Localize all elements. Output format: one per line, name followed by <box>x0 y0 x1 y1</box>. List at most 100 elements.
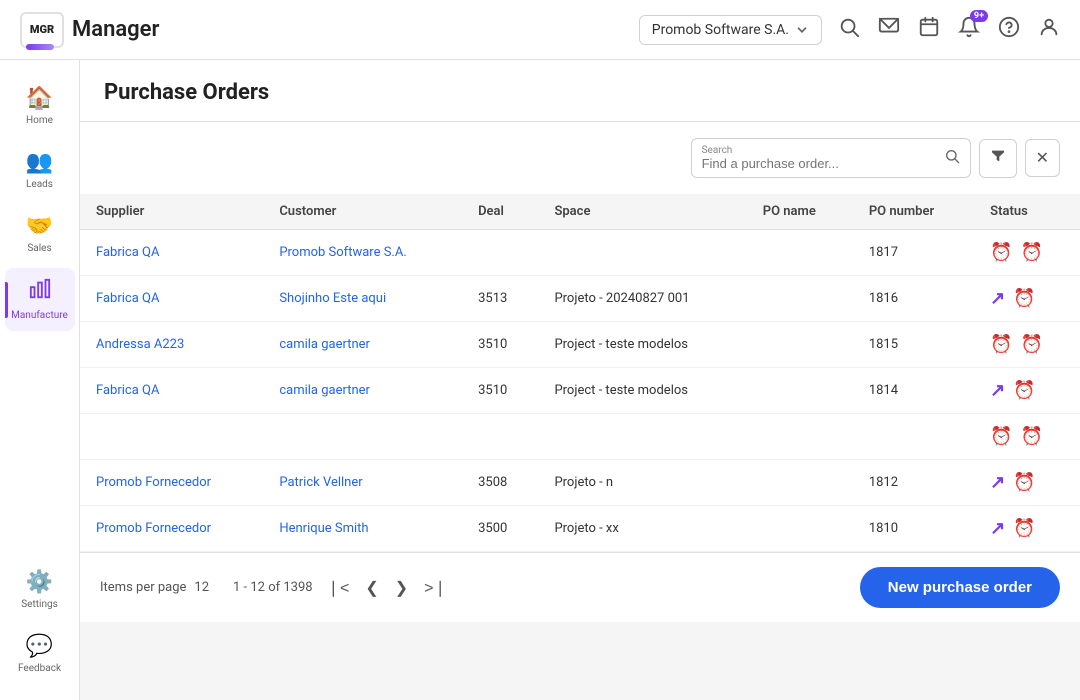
clock-icon: ⏰ <box>1013 472 1035 493</box>
leads-icon: 👥 <box>26 150 53 175</box>
cell-po-name <box>747 276 853 322</box>
settings-icon: ⚙️ <box>26 570 53 595</box>
user-button[interactable] <box>1038 16 1060 43</box>
cell-po-number: 1814 <box>853 368 974 414</box>
clock-icon: ⏰ <box>990 334 1012 355</box>
filter-button[interactable] <box>979 139 1017 178</box>
cell-customer[interactable]: camila gaertner <box>263 368 462 414</box>
search-icon[interactable] <box>944 148 960 168</box>
sidebar-item-home[interactable]: 🏠 Home <box>5 76 75 136</box>
cell-customer[interactable]: Shojinho Este aqui <box>263 276 462 322</box>
table-row: Fabrica QA Shojinho Este aqui 3513 Proje… <box>80 276 1080 322</box>
cell-status: ⏰⏰ <box>974 414 1080 460</box>
sidebar-item-settings[interactable]: ⚙️ Settings <box>5 560 75 620</box>
arrow-icon: ↗ <box>990 518 1005 539</box>
help-button[interactable] <box>998 16 1020 43</box>
last-page-button[interactable]: >❘ <box>418 574 453 602</box>
sales-icon: 🤝 <box>26 214 53 239</box>
cell-deal: 3513 <box>462 276 538 322</box>
search-input-wrap: Search <box>702 145 938 171</box>
sidebar: 🏠 Home 👥 Leads 🤝 Sales Manufacture ⚙️ Se… <box>0 60 80 700</box>
app-title: Manager <box>72 17 159 42</box>
calendar-button[interactable] <box>918 16 940 43</box>
cell-space <box>538 414 746 460</box>
table-header: Supplier Customer Deal Space PO name PO … <box>80 194 1080 230</box>
table-row: Promob Fornecedor Patrick Vellner 3508 P… <box>80 460 1080 506</box>
sidebar-item-feedback[interactable]: 💬 Feedback <box>5 624 75 684</box>
first-page-button[interactable]: ❘< <box>321 574 356 602</box>
company-selector[interactable]: Promob Software S.A. <box>639 15 822 45</box>
sidebar-label-settings: Settings <box>21 599 58 610</box>
clock-icon: ⏰ <box>1021 334 1043 355</box>
clock-icon: ⏰ <box>1013 288 1035 309</box>
cell-deal: 3508 <box>462 460 538 506</box>
cell-customer <box>263 414 462 460</box>
cell-po-number: 1812 <box>853 460 974 506</box>
clock-icon: ⏰ <box>1021 242 1043 263</box>
cell-supplier[interactable]: Fabrica QA <box>80 368 263 414</box>
cell-po-number: 1817 <box>853 230 974 276</box>
cell-supplier[interactable]: Fabrica QA <box>80 276 263 322</box>
cell-po-number: 1810 <box>853 506 974 552</box>
messages-button[interactable] <box>878 16 900 43</box>
cell-po-name <box>747 322 853 368</box>
cell-po-number <box>853 414 974 460</box>
clock-purple-icon: ⏰ <box>1013 518 1035 539</box>
col-customer: Customer <box>263 194 462 230</box>
table-body: Fabrica QA Promob Software S.A. 1817 ⏰⏰ … <box>80 230 1080 552</box>
cell-status: ↗⏰ <box>974 460 1080 506</box>
sidebar-item-leads[interactable]: 👥 Leads <box>5 140 75 200</box>
cell-deal: 3500 <box>462 506 538 552</box>
new-purchase-order-button[interactable]: New purchase order <box>860 567 1060 608</box>
next-page-button[interactable]: ❯ <box>389 574 414 602</box>
cell-supplier[interactable]: Promob Fornecedor <box>80 460 263 506</box>
cell-deal <box>462 414 538 460</box>
search-button[interactable] <box>838 16 860 43</box>
cell-customer[interactable]: Promob Software S.A. <box>263 230 462 276</box>
cell-space: Project - teste modelos <box>538 322 746 368</box>
cell-customer[interactable]: Henrique Smith <box>263 506 462 552</box>
manufacture-icon <box>29 278 51 306</box>
cell-customer[interactable]: camila gaertner <box>263 322 462 368</box>
home-icon: 🏠 <box>26 86 53 111</box>
search-input[interactable] <box>702 156 938 171</box>
logo-text: MGR <box>30 23 54 36</box>
table-row: ⏰⏰ <box>80 414 1080 460</box>
arrow-icon: ↗ <box>990 472 1005 493</box>
notification-badge: 9+ <box>970 10 988 22</box>
logo-area: MGR Manager <box>20 12 159 48</box>
feedback-icon: 💬 <box>26 634 53 659</box>
cell-supplier[interactable]: Promob Fornecedor <box>80 506 263 552</box>
sidebar-item-sales[interactable]: 🤝 Sales <box>5 204 75 264</box>
col-space: Space <box>538 194 746 230</box>
table-container: Search ✕ Supplier Customer <box>80 122 1080 622</box>
cell-supplier[interactable]: Andressa A223 <box>80 322 263 368</box>
cell-po-number: 1815 <box>853 322 974 368</box>
col-status: Status <box>974 194 1080 230</box>
cell-supplier[interactable]: Fabrica QA <box>80 230 263 276</box>
cell-status: ⏰⏰ <box>974 230 1080 276</box>
clear-filter-button[interactable]: ✕ <box>1025 139 1060 177</box>
table-row: Andressa A223 camila gaertner 3510 Proje… <box>80 322 1080 368</box>
prev-page-button[interactable]: ❮ <box>359 574 384 602</box>
main-layout: 🏠 Home 👥 Leads 🤝 Sales Manufacture ⚙️ Se… <box>0 60 1080 700</box>
clock-icon: ⏰ <box>1021 426 1043 447</box>
sidebar-item-manufacture[interactable]: Manufacture <box>5 268 75 331</box>
cell-po-number: 1816 <box>853 276 974 322</box>
pagination-info: Items per page 12 1 - 12 of 1398 ❘< ❮ ❯ … <box>100 574 453 602</box>
chevron-down-icon <box>795 23 809 37</box>
content-area: Purchase Orders Search ✕ <box>80 60 1080 700</box>
cell-status: ↗⏰ <box>974 368 1080 414</box>
cell-customer[interactable]: Patrick Vellner <box>263 460 462 506</box>
arrow-icon: ↗ <box>990 288 1005 309</box>
search-area: Search ✕ <box>80 122 1080 194</box>
clock-icon: ⏰ <box>990 242 1012 263</box>
cell-po-name <box>747 506 853 552</box>
cell-status: ⏰⏰ <box>974 322 1080 368</box>
cell-po-name <box>747 230 853 276</box>
col-supplier: Supplier <box>80 194 263 230</box>
notifications-button[interactable]: 9+ <box>958 16 980 43</box>
cell-po-name <box>747 414 853 460</box>
col-deal: Deal <box>462 194 538 230</box>
search-label: Search <box>702 145 938 156</box>
